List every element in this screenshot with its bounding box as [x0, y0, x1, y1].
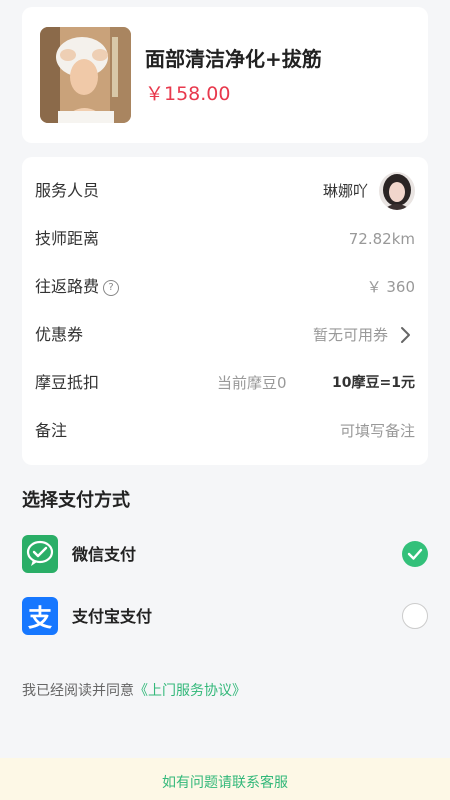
payment-option-wechat[interactable]: 微信支付	[22, 535, 428, 579]
help-icon[interactable]: ?	[103, 280, 120, 296]
staff-name: 琳娜吖	[322, 182, 368, 200]
beans-rate: 10摩豆=1元	[332, 375, 415, 391]
payment-option-alipay[interactable]: 支 支付宝支付	[22, 597, 428, 641]
travel-fee-label-group: 往返路费?	[35, 263, 120, 311]
agreement-text: 我已经阅读并同意《上门服务协议》	[22, 680, 246, 700]
travel-fee-row: 往返路费? ￥ 360	[22, 263, 428, 311]
note-row[interactable]: 备注 可填写备注	[22, 407, 428, 455]
agreement-prefix: 我已经阅读并同意	[22, 683, 134, 699]
alipay-icon: 支	[22, 597, 58, 635]
note-input[interactable]: 可填写备注	[340, 407, 415, 455]
staff-avatar[interactable]	[379, 172, 415, 210]
svg-text:支: 支	[28, 604, 53, 632]
beans-label: 摩豆抵扣	[35, 373, 100, 392]
product-title: 面部清洁净化+拔筋	[145, 47, 322, 71]
coupon-row[interactable]: 优惠券 暂无可用券	[22, 311, 428, 359]
product-image	[40, 27, 131, 123]
check-icon	[407, 548, 423, 560]
product-card[interactable]: 面部清洁净化+拔筋 ￥158.00	[22, 7, 428, 143]
coupon-value: 暂无可用券	[312, 326, 388, 344]
staff-row[interactable]: 服务人员 琳娜吖	[22, 167, 428, 215]
wechat-pay-radio[interactable]	[402, 541, 428, 567]
distance-value: 72.82km	[348, 230, 415, 248]
order-details-card: 服务人员 琳娜吖 技师距离 72.82km 往返路费? ￥ 360 优惠券 暂无…	[22, 157, 428, 465]
distance-label: 技师距离	[35, 229, 100, 248]
beans-row: 摩豆抵扣 当前摩豆0 10摩豆=1元	[22, 359, 428, 407]
travel-fee-value: ￥ 360	[366, 278, 415, 296]
order-page: 面部清洁净化+拔筋 ￥158.00 服务人员 琳娜吖 技师距离 72.82km …	[0, 0, 450, 800]
note-label: 备注	[35, 421, 68, 440]
alipay-radio[interactable]	[402, 603, 428, 629]
wechat-pay-label: 微信支付	[72, 545, 137, 564]
wechat-pay-icon	[22, 535, 58, 573]
chevron-right-icon	[401, 327, 410, 343]
coupon-label: 优惠券	[35, 325, 84, 344]
contact-support-bar[interactable]: 如有问题请联系客服	[0, 758, 450, 800]
distance-row: 技师距离 72.82km	[22, 215, 428, 263]
service-agreement-link[interactable]: 《上门服务协议》	[134, 683, 246, 699]
payment-section-title: 选择支付方式	[22, 490, 130, 511]
contact-support-text: 如有问题请联系客服	[162, 775, 288, 791]
beans-current: 当前摩豆0	[217, 374, 287, 392]
travel-fee-label: 往返路费	[35, 277, 100, 296]
alipay-label: 支付宝支付	[72, 607, 153, 626]
staff-label: 服务人员	[35, 181, 100, 200]
product-price: ￥158.00	[145, 83, 231, 105]
